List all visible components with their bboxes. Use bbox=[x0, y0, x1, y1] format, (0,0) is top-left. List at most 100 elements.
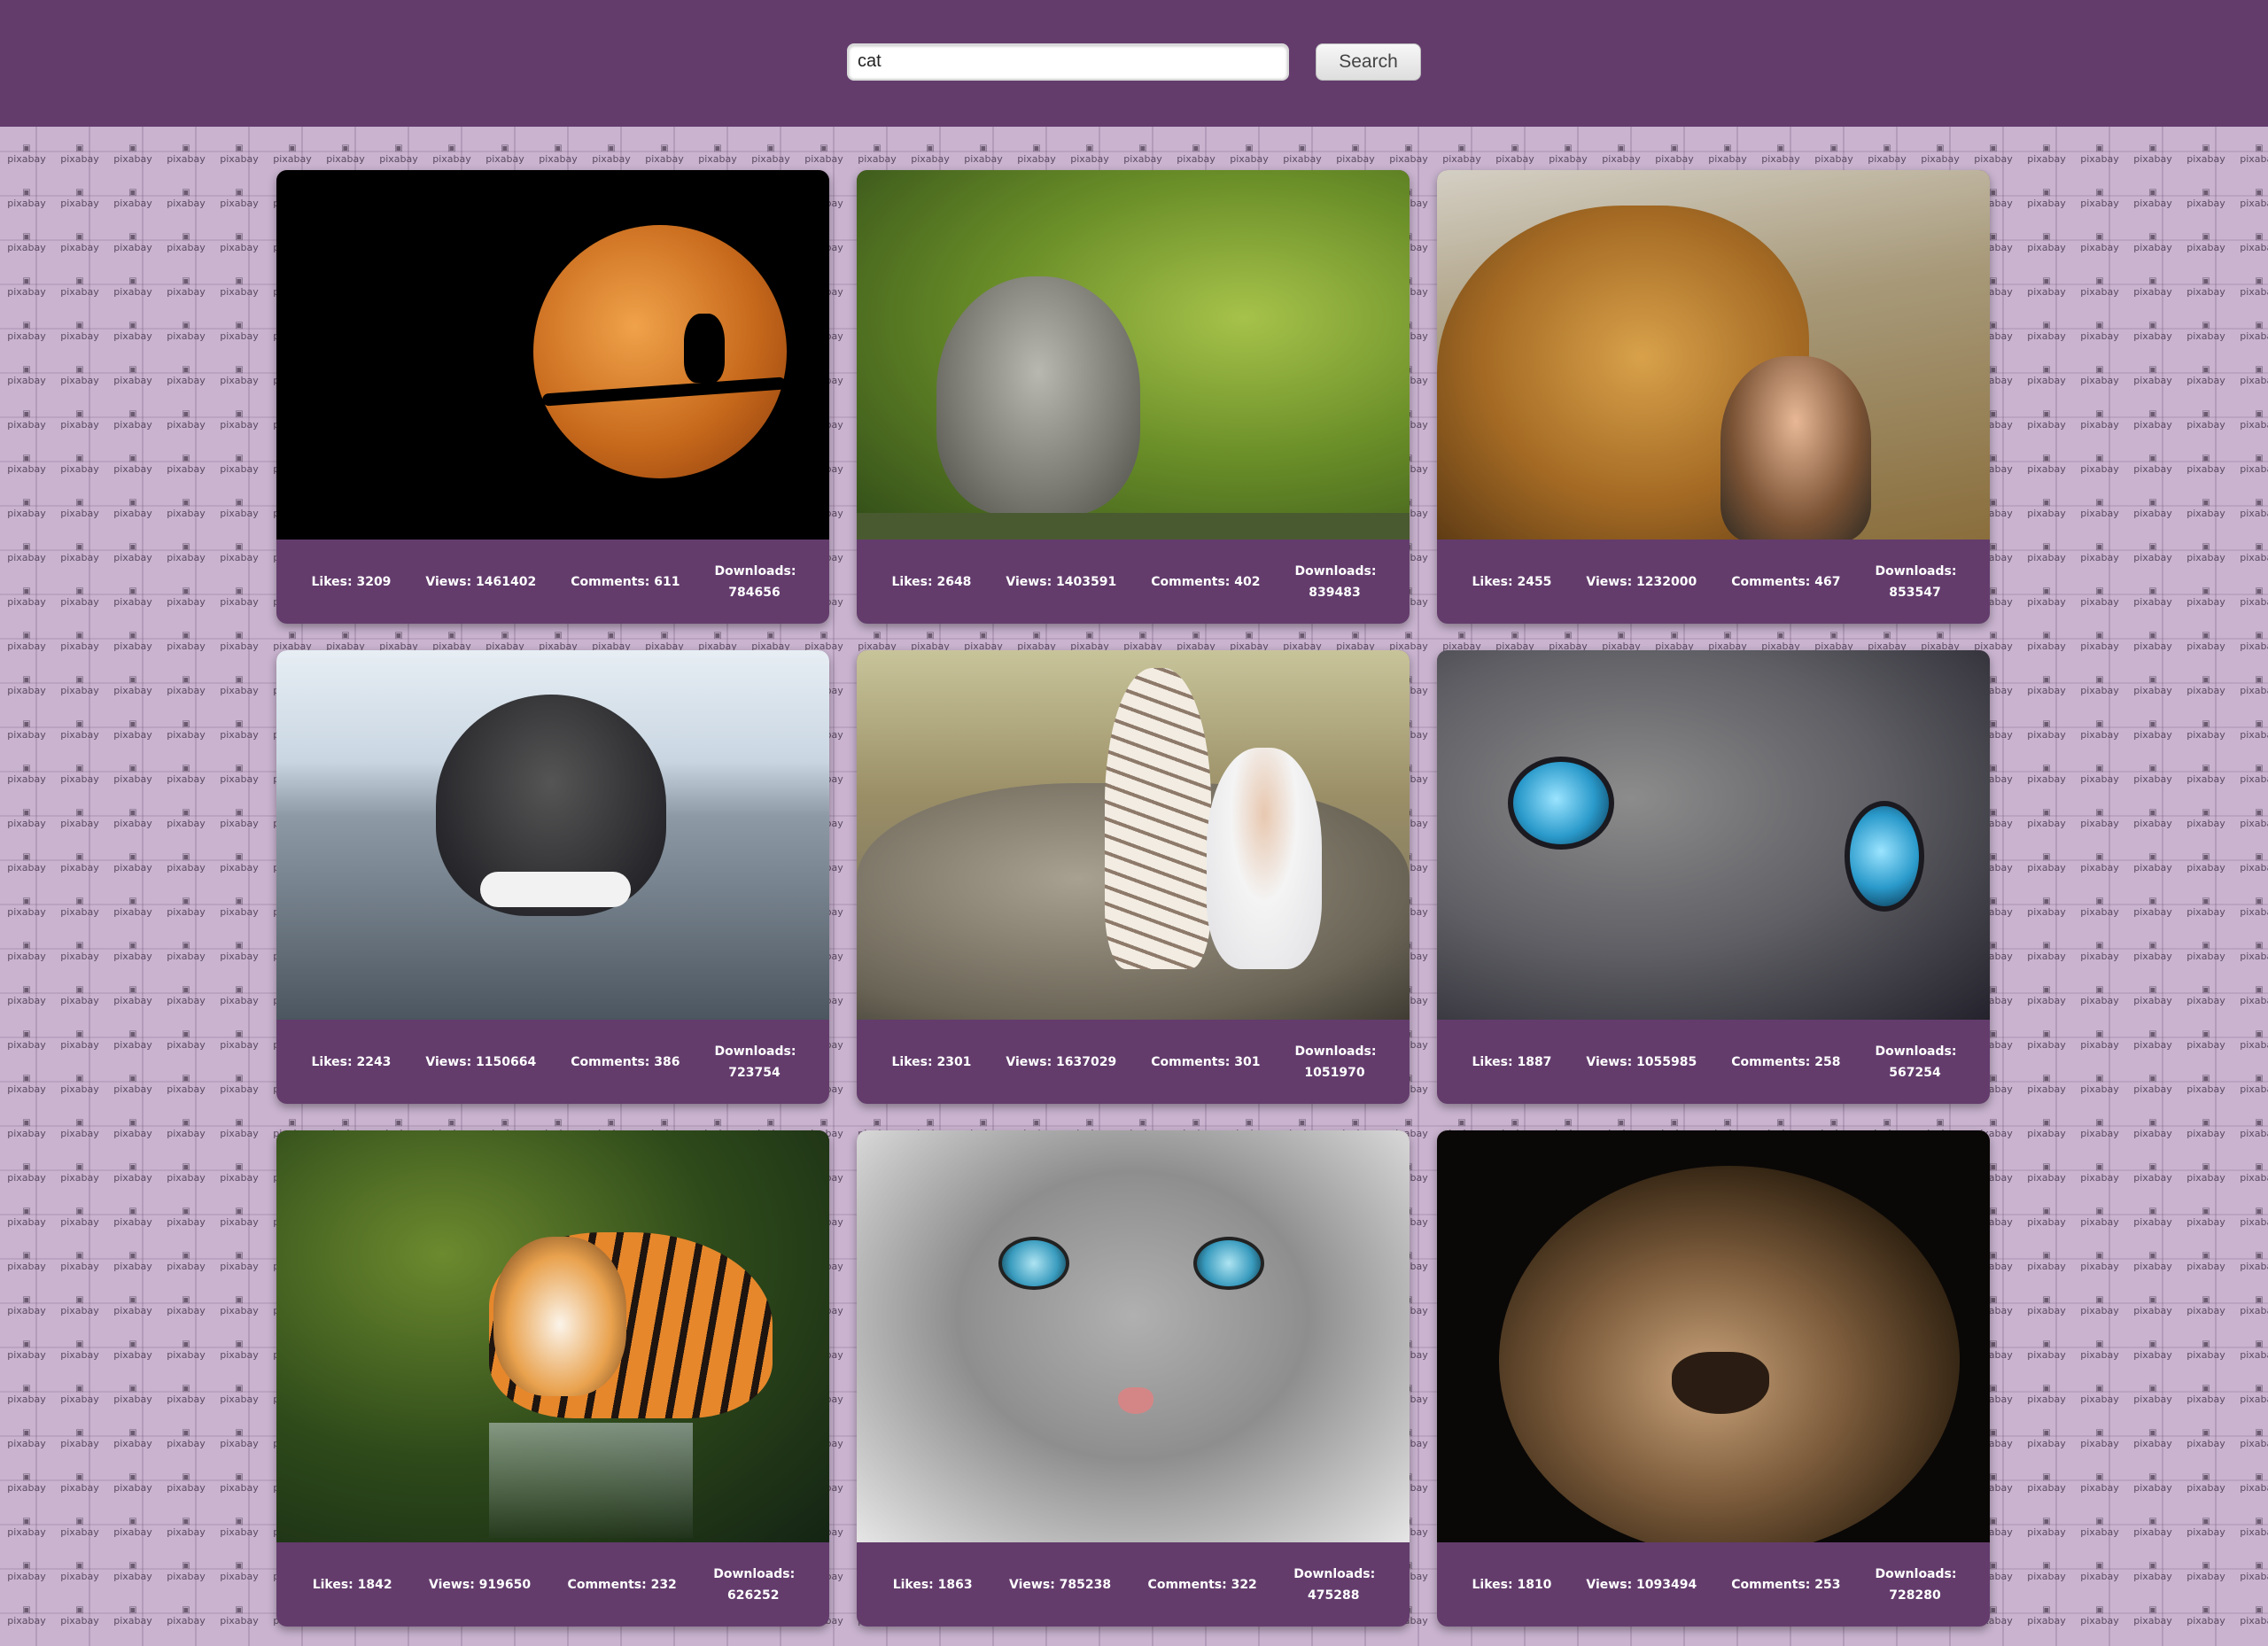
downloads-count: Downloads: 728280 bbox=[1875, 1566, 1957, 1603]
image-card[interactable]: Likes: 2301 Views: 1637029 Comments: 301… bbox=[857, 650, 1410, 1104]
image-card[interactable]: Likes: 1842 Views: 919650 Comments: 232 … bbox=[276, 1130, 829, 1627]
downloads-count: Downloads: 723754 bbox=[714, 1044, 796, 1080]
watermark-tile: pixabay bbox=[213, 1456, 266, 1500]
watermark-tile: pixabay bbox=[1595, 1633, 1648, 1646]
watermark-tile: pixabay bbox=[2020, 1013, 2073, 1057]
card-image[interactable] bbox=[276, 650, 829, 1020]
watermark-tile: pixabay bbox=[106, 614, 159, 658]
watermark-tile: pixabay bbox=[1701, 1633, 1754, 1646]
watermark-tile: pixabay bbox=[213, 481, 266, 525]
watermark-tile: pixabay bbox=[53, 1367, 106, 1411]
watermark-tile: pixabay bbox=[2126, 1057, 2179, 1101]
card-image[interactable] bbox=[276, 170, 829, 540]
watermark-tile: pixabay bbox=[213, 392, 266, 437]
watermark-tile: pixabay bbox=[2126, 1145, 2179, 1190]
search-button[interactable]: Search bbox=[1316, 43, 1421, 81]
watermark-tile: pixabay bbox=[213, 1633, 266, 1646]
watermark-tile: pixabay bbox=[2073, 924, 2126, 968]
watermark-tile: pixabay bbox=[213, 260, 266, 304]
image-card[interactable]: Likes: 3209 Views: 1461402 Comments: 611… bbox=[276, 170, 829, 624]
image-card[interactable]: Likes: 1863 Views: 785238 Comments: 322 … bbox=[857, 1130, 1410, 1627]
watermark-tile: pixabay bbox=[797, 127, 850, 171]
image-card[interactable]: Likes: 2243 Views: 1150664 Comments: 386… bbox=[276, 650, 829, 1104]
watermark-tile: pixabay bbox=[1914, 127, 1967, 171]
views-count: Views: 1232000 bbox=[1586, 574, 1697, 589]
watermark-tile: pixabay bbox=[0, 127, 53, 171]
watermark-tile: pixabay bbox=[2126, 481, 2179, 525]
watermark-tile: pixabay bbox=[2233, 348, 2268, 392]
cat-silhouette bbox=[684, 314, 725, 383]
white-tiger-shape bbox=[1105, 668, 1211, 969]
watermark-tile: pixabay bbox=[0, 348, 53, 392]
watermark-tile: pixabay bbox=[159, 1367, 213, 1411]
watermark-tile: pixabay bbox=[159, 968, 213, 1013]
watermark-tile: pixabay bbox=[53, 1500, 106, 1544]
card-image[interactable] bbox=[857, 1130, 1410, 1542]
watermark-tile: pixabay bbox=[106, 1544, 159, 1588]
watermark-tile: pixabay bbox=[1967, 127, 2020, 171]
views-count: Views: 1055985 bbox=[1586, 1054, 1697, 1069]
image-card[interactable]: Likes: 2648 Views: 1403591 Comments: 402… bbox=[857, 170, 1410, 624]
watermark-tile: pixabay bbox=[2073, 835, 2126, 880]
card-image[interactable] bbox=[1437, 650, 1990, 1020]
watermark-tile: pixabay bbox=[425, 1633, 478, 1646]
image-card[interactable]: Likes: 2455 Views: 1232000 Comments: 467… bbox=[1437, 170, 1990, 624]
watermark-tile: pixabay bbox=[159, 924, 213, 968]
watermark-tile: pixabay bbox=[2020, 703, 2073, 747]
watermark-tile: pixabay bbox=[2020, 1544, 2073, 1588]
watermark-tile: pixabay bbox=[53, 703, 106, 747]
watermark-tile: pixabay bbox=[53, 260, 106, 304]
watermark-tile: pixabay bbox=[159, 1101, 213, 1145]
card-image[interactable] bbox=[857, 650, 1410, 1020]
watermark-tile: pixabay bbox=[2020, 127, 2073, 171]
watermark-tile: pixabay bbox=[213, 1411, 266, 1456]
watermark-tile: pixabay bbox=[213, 437, 266, 481]
watermark-tile: pixabay bbox=[213, 658, 266, 703]
watermark-tile: pixabay bbox=[213, 880, 266, 924]
watermark-tile: pixabay bbox=[372, 1633, 425, 1646]
watermark-tile: pixabay bbox=[2126, 1544, 2179, 1588]
watermark-tile: pixabay bbox=[478, 1633, 532, 1646]
watermark-tile: pixabay bbox=[1648, 127, 1701, 171]
watermark-tile: pixabay bbox=[0, 215, 53, 260]
watermark-tile: pixabay bbox=[2073, 215, 2126, 260]
watermark-tile: pixabay bbox=[213, 1500, 266, 1544]
watermark-tile: pixabay bbox=[2020, 304, 2073, 348]
watermark-tile: pixabay bbox=[0, 658, 53, 703]
card-image[interactable] bbox=[1437, 170, 1990, 540]
views-count: Views: 1461402 bbox=[425, 574, 537, 589]
watermark-tile: pixabay bbox=[159, 791, 213, 835]
watermark-tile: pixabay bbox=[159, 1057, 213, 1101]
watermark-tile: pixabay bbox=[1488, 127, 1542, 171]
watermark-tile: pixabay bbox=[2126, 880, 2179, 924]
watermark-tile: pixabay bbox=[2179, 1057, 2233, 1101]
card-image[interactable] bbox=[857, 170, 1410, 540]
watermark-tile: pixabay bbox=[0, 703, 53, 747]
watermark-tile: pixabay bbox=[2020, 348, 2073, 392]
watermark-tile: pixabay bbox=[2073, 1456, 2126, 1500]
watermark-tile: pixabay bbox=[159, 570, 213, 614]
watermark-tile: pixabay bbox=[53, 658, 106, 703]
watermark-tile: pixabay bbox=[2020, 1588, 2073, 1633]
watermark-tile: pixabay bbox=[1701, 127, 1754, 171]
card-image[interactable] bbox=[1437, 1130, 1990, 1542]
watermark-tile: pixabay bbox=[2073, 1190, 2126, 1234]
watermark-tile: pixabay bbox=[2233, 791, 2268, 835]
image-card[interactable]: Likes: 1887 Views: 1055985 Comments: 258… bbox=[1437, 650, 1990, 1104]
watermark-tile: pixabay bbox=[2233, 1323, 2268, 1367]
card-image[interactable] bbox=[276, 1130, 829, 1542]
watermark-tile: pixabay bbox=[106, 1588, 159, 1633]
watermark-tile: pixabay bbox=[2020, 880, 2073, 924]
comments-count: Comments: 386 bbox=[571, 1054, 680, 1069]
watermark-tile: pixabay bbox=[106, 1456, 159, 1500]
watermark-tile: pixabay bbox=[2020, 1145, 2073, 1190]
watermark-tile: pixabay bbox=[1223, 127, 1276, 171]
watermark-tile: pixabay bbox=[1116, 127, 1169, 171]
watermark-tile: pixabay bbox=[106, 260, 159, 304]
watermark-tile: pixabay bbox=[2126, 703, 2179, 747]
search-input[interactable] bbox=[847, 43, 1289, 81]
watermark-tile: pixabay bbox=[1488, 1633, 1542, 1646]
image-card[interactable]: Likes: 1810 Views: 1093494 Comments: 253… bbox=[1437, 1130, 1990, 1627]
image-stats: Likes: 1887 Views: 1055985 Comments: 258… bbox=[1437, 1020, 1990, 1104]
watermark-tile: pixabay bbox=[2126, 1633, 2179, 1646]
